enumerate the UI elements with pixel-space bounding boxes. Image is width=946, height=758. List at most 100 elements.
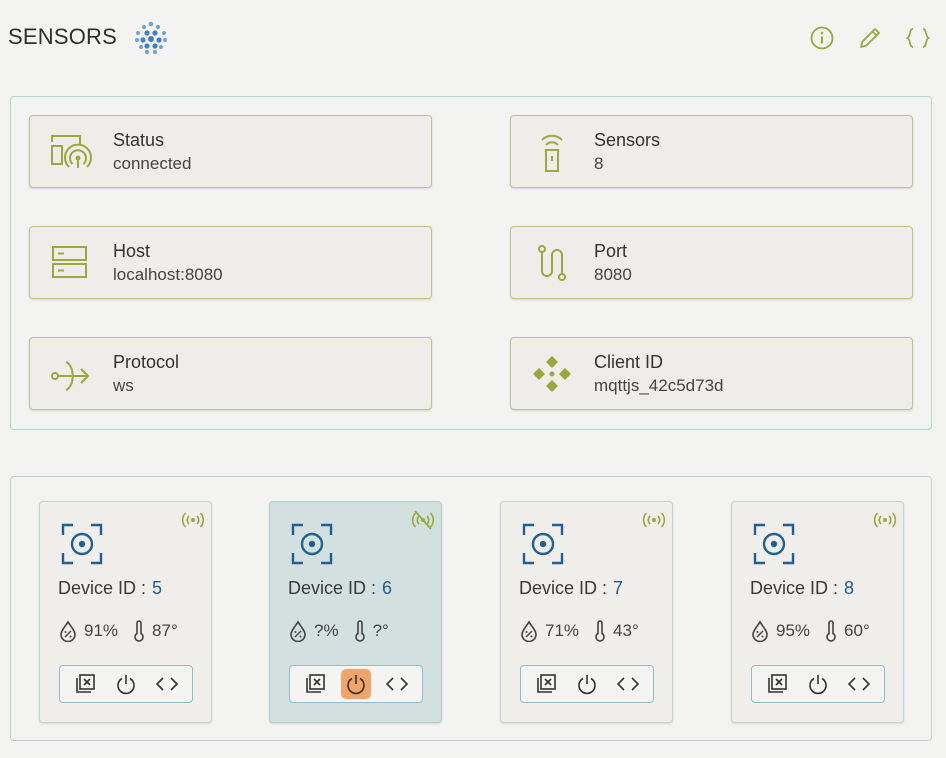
sensors-card: Sensors 8 (510, 115, 913, 188)
braces-icon (905, 28, 931, 48)
client-id-card: Client ID mqttjs_42c5d73d (510, 337, 913, 410)
device-id-value: 7 (613, 578, 624, 598)
device-controls (59, 665, 193, 703)
power-icon (117, 675, 135, 695)
device-id-label: Device ID : (58, 578, 147, 598)
client-id-label: Client ID (594, 352, 664, 372)
remove-device-button[interactable] (70, 669, 100, 699)
signal-icon (642, 512, 666, 528)
device-card: Device ID :6 ?% ?° (269, 501, 442, 723)
device-readings: 91% 87° (58, 620, 178, 642)
header-actions (808, 24, 932, 52)
status-card: Status connected (29, 115, 432, 188)
edit-button[interactable] (856, 24, 884, 52)
port-icon (538, 245, 566, 281)
protocol-icon (51, 361, 90, 391)
code-icon (848, 677, 871, 691)
code-icon (617, 677, 640, 691)
code-button[interactable] (613, 669, 643, 699)
focus-target-icon (522, 523, 564, 565)
remove-icon (305, 674, 325, 693)
signal-off-icon (411, 510, 435, 530)
power-icon (347, 675, 365, 695)
host-card: Host localhost:8080 (29, 226, 432, 299)
port-value: 8080 (594, 265, 632, 284)
code-icon (156, 677, 179, 691)
sensors-logo-icon (135, 21, 167, 55)
remove-device-button[interactable] (762, 669, 792, 699)
thermometer-icon (354, 620, 365, 642)
power-button[interactable] (340, 669, 371, 699)
code-button[interactable] (382, 669, 412, 699)
device-controls (751, 665, 885, 703)
device-signal-icon (51, 135, 92, 168)
signal-icon (873, 512, 897, 528)
code-button[interactable] (152, 669, 182, 699)
power-icon (809, 675, 827, 695)
server-icon (52, 246, 87, 278)
device-id: Device ID :8 (750, 578, 854, 599)
device-card: Device ID :8 95% 60° (731, 501, 904, 723)
protocol-label: Protocol (113, 352, 180, 372)
remove-device-button[interactable] (531, 669, 561, 699)
device-id-label: Device ID : (519, 578, 608, 598)
humidity-value: 91% (84, 621, 119, 640)
host-label: Host (113, 241, 151, 261)
humidity-icon (60, 620, 76, 642)
device-id: Device ID :5 (58, 578, 162, 599)
protocol-value: ws (113, 376, 134, 395)
device-id-value: 8 (844, 578, 855, 598)
humidity-value: 95% (776, 621, 811, 640)
sensors-value: 8 (594, 154, 604, 173)
power-icon (578, 675, 596, 695)
humidity-icon (752, 620, 768, 642)
device-id-value: 6 (382, 578, 393, 598)
remove-icon (75, 674, 95, 693)
device-controls (520, 665, 654, 703)
info-icon (810, 26, 834, 50)
device-id: Device ID :7 (519, 578, 623, 599)
device-card: Device ID :7 71% 43° (500, 501, 673, 723)
sensors-label: Sensors (594, 130, 661, 150)
protocol-card: Protocol ws (29, 337, 432, 410)
status-label: Status (113, 130, 165, 150)
device-id-label: Device ID : (750, 578, 839, 598)
humidity-value: ?% (314, 621, 339, 640)
signal-icon (181, 512, 205, 528)
info-button[interactable] (808, 24, 836, 52)
client-icon (533, 356, 571, 392)
device-id-value: 5 (152, 578, 163, 598)
port-card: Port 8080 (510, 226, 913, 299)
focus-target-icon (753, 523, 795, 565)
host-value: localhost:8080 (113, 265, 223, 284)
devices-panel: Device ID :5 91% 87° Device ID: 6 ?% ?°… (10, 476, 932, 741)
remove-device-button[interactable] (300, 669, 330, 699)
code-button[interactable] (844, 669, 874, 699)
device-controls (289, 665, 423, 703)
temperature-value: 87° (152, 621, 178, 640)
power-button[interactable] (803, 669, 833, 699)
power-button[interactable] (111, 669, 141, 699)
device-id: Device ID :6 (288, 578, 392, 599)
humidity-icon (521, 620, 537, 642)
connection-info-panel: Status connected Sensors 8 Host localhos… (10, 96, 932, 430)
device-readings: 95% 60° (750, 620, 870, 642)
remote-sensor-icon (541, 134, 563, 172)
device-readings: ?% ?° (288, 620, 389, 642)
focus-target-icon (291, 523, 333, 565)
humidity-value: 71% (545, 621, 580, 640)
remove-icon (536, 674, 556, 693)
temperature-value: 43° (613, 621, 639, 640)
header: SENSORS (0, 0, 946, 78)
thermometer-icon (826, 620, 836, 642)
page-title: SENSORS (8, 24, 117, 49)
device-readings: 71% 43° (519, 620, 639, 642)
remove-icon (767, 674, 787, 693)
port-label: Port (594, 241, 628, 261)
pencil-icon (860, 28, 880, 48)
humidity-icon (290, 620, 306, 642)
focus-target-icon (61, 523, 103, 565)
json-button[interactable] (904, 24, 932, 52)
power-button[interactable] (572, 669, 602, 699)
device-id-label: Device ID : (288, 578, 377, 598)
